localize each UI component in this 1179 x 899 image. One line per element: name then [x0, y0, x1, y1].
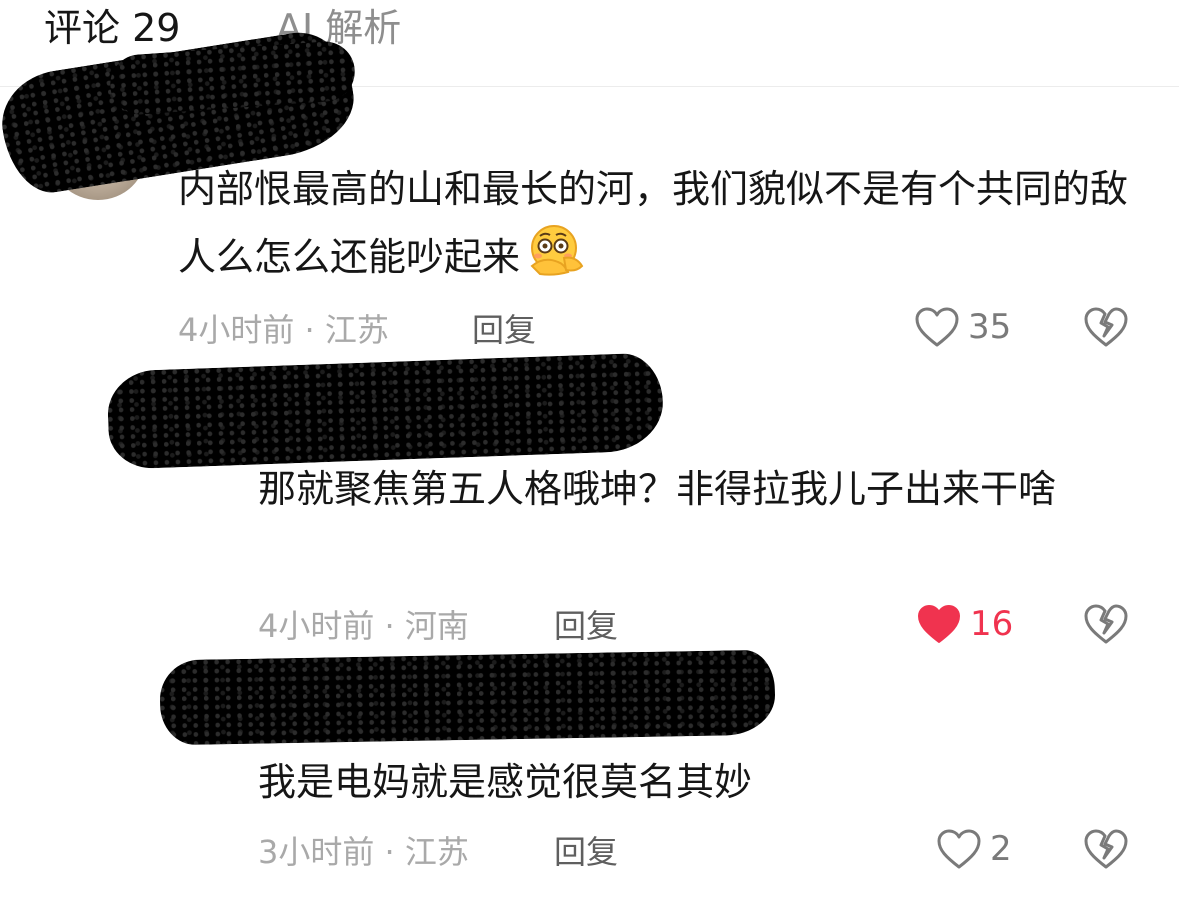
- redaction-scribble: [106, 352, 665, 470]
- heart-filled-icon: [916, 603, 962, 645]
- flushed-face-emoji-icon: [524, 222, 588, 298]
- comment-body: 内部恨最高的山和最长的河，我们貌似不是有个共同的敌人么怎么还能吵起来: [178, 167, 1129, 279]
- comment-meta: 4小时前 · 江苏: [178, 311, 389, 349]
- dislike-button[interactable]: [1083, 305, 1129, 353]
- broken-heart-icon: [1083, 604, 1129, 650]
- broken-heart-icon: [1083, 829, 1129, 875]
- like-count: 16: [970, 604, 1014, 644]
- reply-button[interactable]: 回复: [554, 606, 618, 646]
- comment-text: 我是电妈就是感觉很莫名其妙: [258, 760, 753, 804]
- comment-meta: 4小时前 · 河南: [258, 607, 469, 645]
- reply-button[interactable]: 回复: [554, 832, 618, 872]
- like-button[interactable]: 2: [936, 828, 1012, 870]
- heart-icon: [936, 828, 982, 870]
- comment-meta: 3小时前 · 江苏: [258, 833, 469, 871]
- broken-heart-icon: [1083, 307, 1129, 353]
- reply-button[interactable]: 回复: [472, 310, 536, 350]
- like-button[interactable]: 16: [916, 603, 1013, 645]
- redaction-scribble: [159, 649, 776, 746]
- comment-text: 内部恨最高的山和最长的河，我们貌似不是有个共同的敌人么怎么还能吵起来: [178, 156, 1138, 298]
- tab-comments[interactable]: 评论 29: [44, 6, 180, 50]
- dislike-button[interactable]: [1083, 602, 1129, 650]
- dislike-button[interactable]: [1083, 827, 1129, 875]
- like-button[interactable]: 35: [914, 306, 1011, 348]
- like-count: 2: [990, 829, 1012, 869]
- like-count: 35: [968, 307, 1012, 347]
- comment-text: 那就聚焦第五人格哦坤？非得拉我儿子出来干啥: [258, 467, 1057, 511]
- heart-icon: [914, 306, 960, 348]
